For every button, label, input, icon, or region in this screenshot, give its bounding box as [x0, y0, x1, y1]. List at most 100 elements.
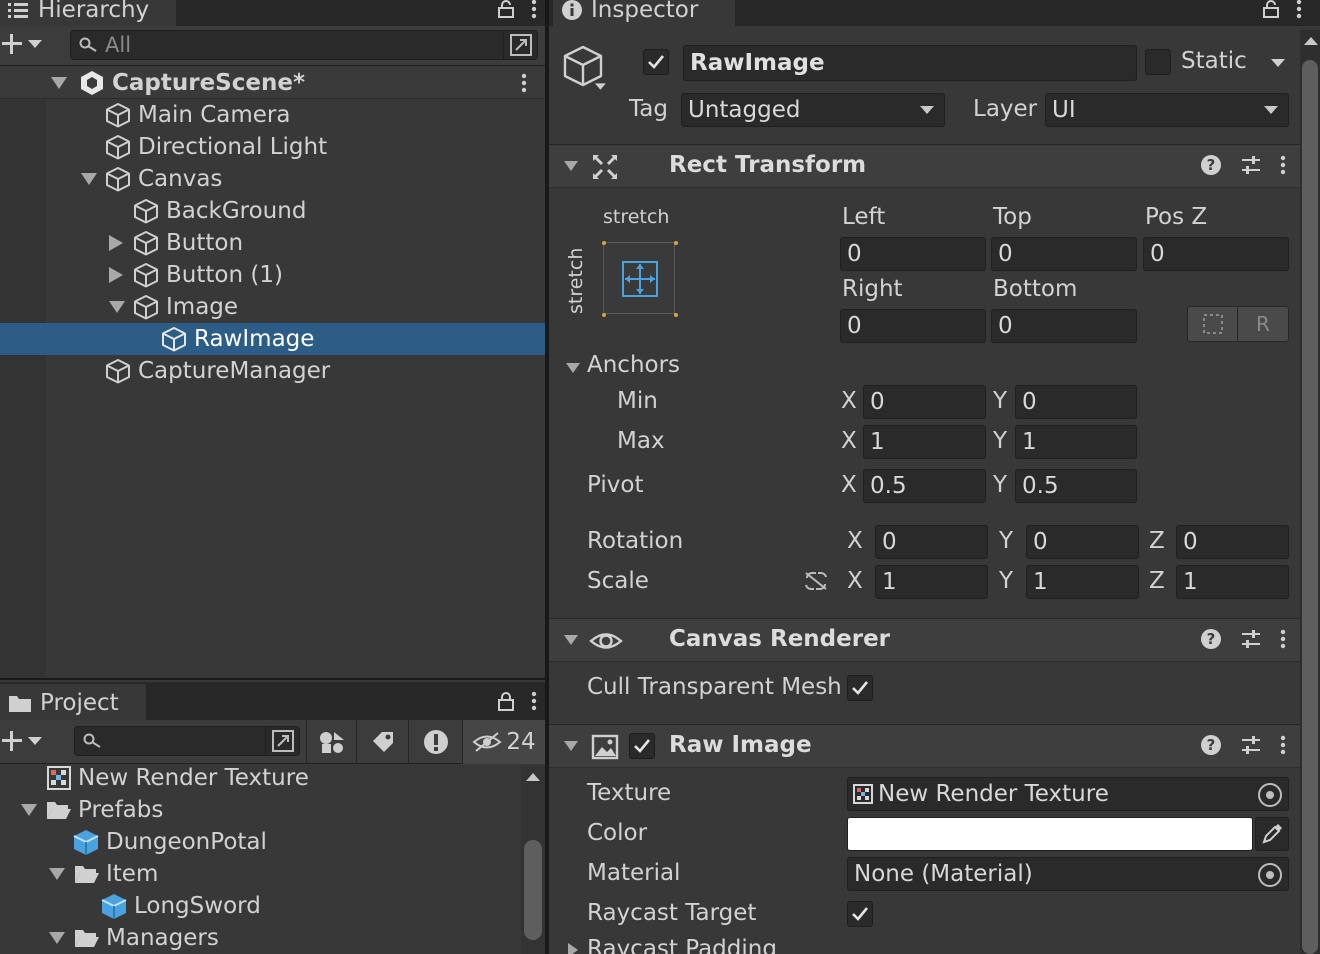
- inspector-scrollbar[interactable]: [1300, 30, 1320, 954]
- rotation-z-field[interactable]: 0: [1176, 525, 1289, 559]
- tab-inspector[interactable]: Inspector: [553, 0, 735, 26]
- anchor-max-x-field[interactable]: 1: [863, 425, 986, 459]
- project-item-prefabs[interactable]: Prefabs: [0, 794, 520, 826]
- texture-object-field[interactable]: New Render Texture: [847, 777, 1289, 811]
- raw-edit-mode-button[interactable]: R: [1238, 307, 1288, 341]
- anchor-preset-button[interactable]: [602, 241, 678, 317]
- filter-by-label-button[interactable]: [356, 720, 408, 764]
- pivot-y-field[interactable]: 0.5: [1015, 469, 1137, 503]
- hierarchy-item-button[interactable]: Button: [0, 227, 545, 259]
- filter-by-log-button[interactable]: [408, 720, 462, 764]
- presets-icon[interactable]: [1240, 628, 1262, 650]
- tab-project[interactable]: Project: [0, 684, 146, 722]
- help-icon[interactable]: ?: [1200, 628, 1222, 650]
- lock-icon[interactable]: [497, 691, 515, 711]
- raw-image-enabled-checkbox[interactable]: [629, 733, 655, 759]
- component-menu-icon[interactable]: [1280, 735, 1286, 755]
- raycast-padding-label[interactable]: Raycast Padding: [587, 936, 777, 954]
- anchor-min-y-field[interactable]: 0: [1015, 385, 1137, 419]
- tag-dropdown[interactable]: Untagged: [681, 93, 945, 127]
- color-picker-button[interactable]: [1255, 817, 1289, 851]
- scene-row[interactable]: CaptureScene*: [0, 67, 545, 99]
- kebab-menu-icon[interactable]: [531, 691, 537, 711]
- pivot-x-field[interactable]: 0.5: [863, 469, 986, 503]
- anchors-label[interactable]: Anchors: [587, 352, 680, 378]
- create-dropdown-button[interactable]: [2, 34, 42, 54]
- layer-dropdown[interactable]: UI: [1045, 93, 1289, 127]
- presets-icon[interactable]: [1240, 154, 1262, 176]
- project-search-input[interactable]: [74, 726, 300, 756]
- anchor-min-x-field[interactable]: 0: [863, 385, 986, 419]
- fold-closed-icon[interactable]: [108, 266, 124, 284]
- static-checkbox[interactable]: [1145, 49, 1171, 75]
- cull-transparent-mesh-checkbox[interactable]: [847, 675, 873, 701]
- project-item-dungeonpotal[interactable]: DungeonPotal: [0, 826, 520, 858]
- scale-z-field[interactable]: 1: [1176, 565, 1289, 599]
- hierarchy-item-directional-light[interactable]: Directional Light: [0, 131, 545, 163]
- help-icon[interactable]: ?: [1200, 154, 1222, 176]
- blueprint-mode-button[interactable]: [1188, 307, 1238, 341]
- color-swatch[interactable]: [847, 817, 1253, 851]
- fold-open-icon[interactable]: [50, 76, 68, 90]
- project-scrollbar[interactable]: [521, 766, 545, 954]
- object-name-field[interactable]: RawImage: [683, 45, 1137, 81]
- fold-open-icon[interactable]: [563, 740, 579, 752]
- kebab-menu-icon[interactable]: [1296, 0, 1302, 19]
- kebab-menu-icon[interactable]: [531, 0, 537, 19]
- material-object-field[interactable]: None (Material): [847, 857, 1289, 891]
- help-icon[interactable]: ?: [1200, 734, 1222, 756]
- canvas-renderer-header[interactable]: Canvas Renderer ?: [549, 618, 1300, 662]
- fold-closed-icon[interactable]: [567, 942, 579, 954]
- tab-hierarchy[interactable]: Hierarchy: [0, 0, 176, 26]
- rotation-y-field[interactable]: 0: [1026, 525, 1139, 559]
- hierarchy-item-canvas[interactable]: Canvas: [0, 163, 545, 195]
- fold-open-icon[interactable]: [20, 803, 38, 817]
- raw-image-header[interactable]: Raw Image ?: [549, 724, 1300, 768]
- hidden-packages-toggle[interactable]: 24: [462, 720, 545, 764]
- right-field[interactable]: 0: [840, 309, 986, 343]
- hierarchy-item-capturemanager[interactable]: CaptureManager: [0, 355, 545, 387]
- lock-icon[interactable]: [1262, 0, 1280, 18]
- raycast-target-checkbox[interactable]: [847, 901, 873, 927]
- inspector-scroll-thumb[interactable]: [1302, 60, 1318, 954]
- scroll-up-arrow-icon[interactable]: [526, 772, 540, 782]
- active-checkbox[interactable]: [643, 49, 669, 75]
- object-picker-icon[interactable]: [1258, 783, 1282, 807]
- project-item-render-texture[interactable]: New Render Texture: [0, 762, 520, 794]
- top-field[interactable]: 0: [991, 237, 1137, 271]
- fold-open-icon[interactable]: [108, 300, 126, 314]
- project-item-longsword[interactable]: LongSword: [0, 890, 520, 922]
- gameobject-icon-button[interactable]: [561, 44, 609, 100]
- static-dropdown-icon[interactable]: [1271, 58, 1285, 68]
- project-scroll-thumb[interactable]: [524, 840, 542, 940]
- hierarchy-item-main-camera[interactable]: Main Camera: [0, 99, 545, 131]
- scene-menu-icon[interactable]: [521, 73, 527, 93]
- bottom-field[interactable]: 0: [991, 309, 1137, 343]
- project-item-managers[interactable]: Managers: [0, 922, 520, 954]
- filter-by-type-button[interactable]: [306, 720, 356, 764]
- component-menu-icon[interactable]: [1280, 629, 1286, 649]
- component-menu-icon[interactable]: [1280, 155, 1286, 175]
- search-scene-button[interactable]: [503, 30, 537, 60]
- lock-icon[interactable]: [497, 0, 515, 18]
- scale-x-field[interactable]: 1: [875, 565, 988, 599]
- left-field[interactable]: 0: [840, 237, 986, 271]
- fold-open-icon[interactable]: [48, 867, 66, 881]
- posz-field[interactable]: 0: [1143, 237, 1289, 271]
- presets-icon[interactable]: [1240, 734, 1262, 756]
- anchor-max-y-field[interactable]: 1: [1015, 425, 1137, 459]
- hierarchy-search-input[interactable]: All: [70, 30, 538, 60]
- fold-open-icon[interactable]: [563, 634, 579, 646]
- create-asset-button[interactable]: [2, 731, 42, 751]
- scale-y-field[interactable]: 1: [1026, 565, 1139, 599]
- object-picker-icon[interactable]: [1258, 863, 1282, 887]
- rotation-x-field[interactable]: 0: [875, 525, 988, 559]
- constrain-proportions-icon[interactable]: [803, 570, 829, 592]
- fold-closed-icon[interactable]: [108, 234, 124, 252]
- hierarchy-item-rawimage[interactable]: RawImage: [0, 323, 545, 355]
- hierarchy-item-image[interactable]: Image: [0, 291, 545, 323]
- fold-open-icon[interactable]: [48, 931, 66, 945]
- project-item-item-folder[interactable]: Item: [0, 858, 520, 890]
- rect-transform-header[interactable]: Rect Transform ?: [549, 144, 1300, 188]
- fold-open-icon[interactable]: [80, 172, 98, 186]
